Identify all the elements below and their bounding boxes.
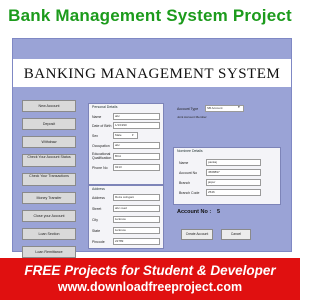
joint-account-note: Joint Account Member bbox=[177, 115, 207, 119]
nominee-title: Nominee Details bbox=[177, 149, 203, 153]
city-label: City bbox=[92, 218, 99, 222]
account-type-label: Account Type bbox=[177, 107, 199, 111]
name-label: Name bbox=[92, 115, 102, 119]
branch-code-label: Branch Code bbox=[179, 191, 200, 195]
name-field[interactable]: abc bbox=[113, 113, 160, 120]
branch-code-field[interactable]: 2546 bbox=[206, 189, 261, 196]
withdraw-button[interactable]: Withdraw bbox=[22, 136, 76, 148]
address-panel: Address Address Roza colngani Street abc… bbox=[88, 185, 164, 249]
account-status-button[interactable]: Check Your Account Status bbox=[22, 154, 76, 167]
street-field[interactable]: abc road bbox=[113, 205, 160, 212]
education-label: Educational Qualification bbox=[92, 152, 112, 160]
nominee-name-field[interactable]: pankaj bbox=[206, 159, 261, 166]
city-field[interactable]: lucknow bbox=[113, 216, 160, 223]
address-field[interactable]: Roza colngani bbox=[113, 194, 160, 201]
deposit-button[interactable]: Deposit bbox=[22, 118, 76, 130]
education-field[interactable]: BCA bbox=[113, 153, 160, 160]
account-number-label: Account No : bbox=[177, 209, 212, 215]
transactions-button[interactable]: Check Your Transactions bbox=[22, 173, 76, 186]
sidebar: New Account Deposit Withdraw Check Your … bbox=[18, 97, 80, 258]
new-account-button[interactable]: New Account bbox=[22, 100, 76, 112]
personal-details-title: Personal Details bbox=[92, 105, 118, 109]
close-account-button[interactable]: Close your Account bbox=[22, 210, 76, 222]
nominee-panel: Nominee Details Name pankaj Account No 4… bbox=[173, 147, 281, 205]
sex-select[interactable]: Male bbox=[113, 132, 138, 139]
pincode-label: Pincode bbox=[92, 240, 105, 244]
state-field[interactable]: lucknow bbox=[113, 227, 160, 234]
dob-label: Date of Birth bbox=[92, 124, 112, 128]
cancel-button[interactable]: Cancel bbox=[221, 229, 251, 240]
nominee-account-label: Account No bbox=[179, 171, 198, 175]
loan-remittance-button[interactable]: Loan Remittance bbox=[22, 246, 76, 258]
nominee-account-field[interactable]: 4568897 bbox=[206, 169, 261, 176]
nominee-branch-label: Branch bbox=[179, 181, 191, 185]
state-label: State bbox=[92, 229, 101, 233]
personal-details-panel: Personal Details Name abc Date of Birth … bbox=[88, 103, 164, 185]
address-title: Address bbox=[92, 187, 105, 191]
loan-section-button[interactable]: Loan Section bbox=[22, 228, 76, 240]
occupation-field[interactable]: abc bbox=[113, 142, 160, 149]
phone-label: Phone No bbox=[92, 166, 108, 170]
create-account-button[interactable]: Create Account bbox=[181, 229, 213, 240]
sex-label: Sex bbox=[92, 134, 99, 138]
banner-tagline: FREE Projects for Student & Developer bbox=[24, 263, 276, 278]
address-label: Address bbox=[92, 196, 105, 200]
page-title: Bank Management System Project bbox=[8, 6, 292, 25]
chevron-down-icon[interactable]: ▾ bbox=[238, 105, 240, 109]
occupation-label: Occupation bbox=[92, 144, 110, 148]
street-label: Street bbox=[92, 207, 102, 211]
phone-field[interactable]: 0213 bbox=[113, 164, 160, 171]
nominee-name-label: Name bbox=[179, 161, 189, 165]
pincode-field[interactable]: 22789 bbox=[113, 238, 160, 245]
chevron-down-icon[interactable]: ▾ bbox=[132, 133, 134, 137]
system-title: BANKING MANAGEMENT SYSTEM bbox=[23, 66, 281, 82]
money-transfer-button[interactable]: Money Transfer bbox=[22, 192, 76, 204]
nominee-branch-field[interactable]: jaipur bbox=[206, 179, 261, 186]
app-window: BANKING MANAGEMENT SYSTEM New Account De… bbox=[12, 38, 292, 258]
banner-website-link[interactable]: www.downloadfreeproject.com bbox=[0, 280, 300, 294]
account-number-value: 5 bbox=[217, 209, 221, 215]
dob-field[interactable]: 1/1/1990 bbox=[113, 122, 160, 129]
